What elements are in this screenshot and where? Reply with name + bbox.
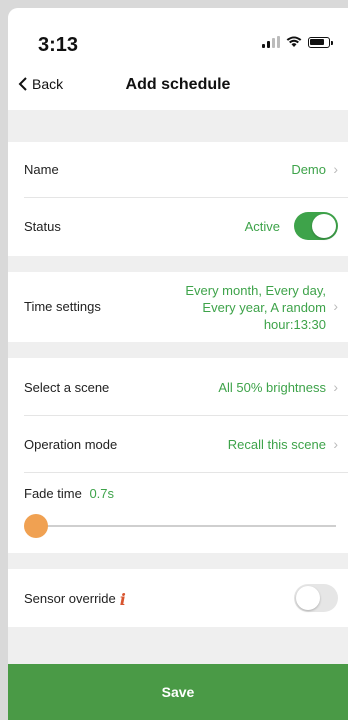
status-icons xyxy=(262,36,333,48)
status-bar: 3:13 xyxy=(8,8,348,66)
sensor-override-toggle[interactable] xyxy=(294,584,338,612)
name-row[interactable]: Name Demo › xyxy=(8,142,348,198)
operation-mode-label: Operation mode xyxy=(24,437,118,452)
scene-value: All 50% brightness xyxy=(218,380,326,395)
time-settings-row[interactable]: Time settings Every month, Every day, Ev… xyxy=(8,272,348,342)
battery-icon xyxy=(308,36,333,48)
sensor-override-label-text: Sensor override xyxy=(24,591,116,606)
save-button[interactable]: Save xyxy=(8,664,348,720)
page-title: Add schedule xyxy=(125,76,231,93)
sensor-override-label: Sensor override i xyxy=(24,590,126,609)
status-label: Status xyxy=(24,219,61,234)
name-value: Demo xyxy=(291,162,326,177)
info-icon[interactable]: i xyxy=(120,590,126,609)
status-time: 3:13 xyxy=(38,34,79,56)
name-label: Name xyxy=(24,162,59,177)
time-settings-label: Time settings xyxy=(24,299,101,314)
fade-time-row: Fade time 0.7s xyxy=(8,473,348,553)
status-row: Status Active xyxy=(8,198,348,256)
wifi-icon xyxy=(286,36,302,47)
phone-screen: 3:13 Back Add schedule Name Demo › Statu… xyxy=(8,8,348,720)
time-settings-line1: Every month, Every day, xyxy=(185,283,326,298)
fade-time-label: Fade time 0.7s xyxy=(24,486,114,501)
scene-row[interactable]: Select a scene All 50% brightness › xyxy=(8,358,348,416)
time-settings-line2: Every year, A random xyxy=(202,300,326,315)
scene-label: Select a scene xyxy=(24,380,110,395)
chevron-right-icon: › xyxy=(333,161,338,177)
status-toggle[interactable] xyxy=(294,212,338,240)
time-settings-value: Every month, Every day, Every year, A ra… xyxy=(185,282,326,333)
fade-time-slider-track[interactable] xyxy=(36,525,336,527)
chevron-right-icon: › xyxy=(333,436,338,452)
operation-mode-value: Recall this scene xyxy=(227,437,326,452)
sensor-override-row: Sensor override i xyxy=(8,569,348,627)
fade-time-label-text: Fade time xyxy=(24,486,82,501)
fade-time-slider-thumb[interactable] xyxy=(24,514,48,538)
chevron-right-icon: › xyxy=(333,298,338,314)
signal-icon xyxy=(262,36,280,48)
fade-time-value: 0.7s xyxy=(89,486,115,501)
nav-bar: Back Add schedule xyxy=(8,66,348,110)
chevron-right-icon: › xyxy=(333,379,338,395)
status-value: Active xyxy=(244,219,280,234)
toggle-knob xyxy=(296,586,320,610)
time-settings-line3: hour:13:30 xyxy=(263,317,326,332)
operation-mode-row[interactable]: Operation mode Recall this scene › xyxy=(8,416,348,473)
toggle-knob xyxy=(312,214,336,238)
